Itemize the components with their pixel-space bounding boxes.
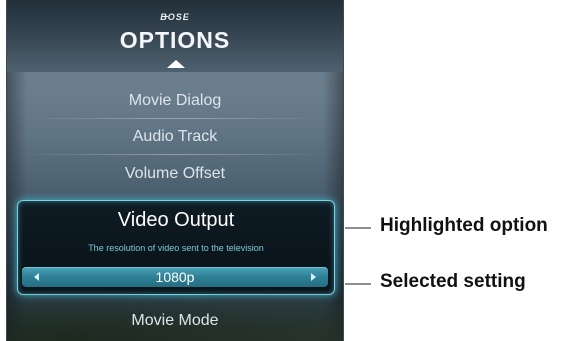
callout-line-selected: [345, 283, 371, 285]
menu-item-audio-track[interactable]: Audio Track: [7, 128, 343, 146]
callout-highlighted-option: Highlighted option: [380, 215, 548, 236]
background-foliage: [7, 281, 343, 341]
divider: [25, 118, 325, 119]
divider: [25, 154, 325, 155]
callout-line-highlighted: [345, 227, 371, 229]
highlighted-option-title: Video Output: [117, 209, 235, 231]
up-arrow-icon[interactable]: [167, 60, 185, 68]
right-arrow-icon[interactable]: [311, 273, 316, 281]
menu-item-volume-offset[interactable]: Volume Offset: [7, 165, 343, 183]
options-title: OPTIONS: [119, 27, 231, 53]
highlighted-option-description: The resolution of video sent to the tele…: [88, 243, 264, 253]
callout-selected-setting: Selected setting: [380, 271, 526, 292]
brand-logo: BOSE: [7, 12, 343, 22]
menu-item-movie-mode[interactable]: Movie Mode: [7, 312, 343, 330]
menu-item-movie-dialog[interactable]: Movie Dialog: [7, 92, 343, 110]
options-panel: BOSE OPTIONS Movie Dialog Audio Track Vo…: [6, 0, 344, 341]
